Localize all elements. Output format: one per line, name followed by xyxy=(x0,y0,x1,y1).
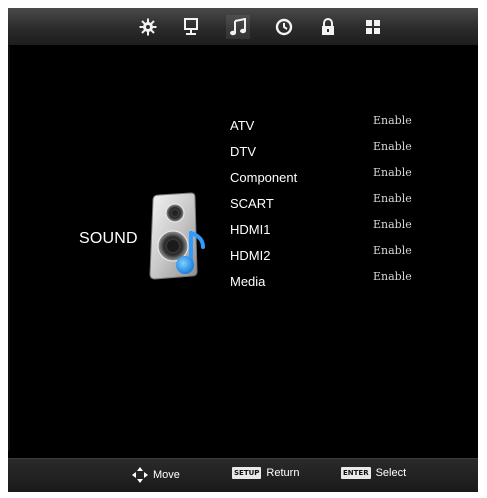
menu-item-label: HDMI1 xyxy=(230,222,271,237)
menu-item-label: Media xyxy=(230,274,266,289)
dpad-arrows-icon xyxy=(132,467,148,483)
menu-item-label: SCART xyxy=(230,196,274,211)
gear-icon xyxy=(139,18,157,36)
menu-item-value: Enable xyxy=(373,192,412,205)
music-note-icon xyxy=(230,18,246,36)
menu-item-value: Enable xyxy=(373,244,412,257)
menu-item-value: Enable xyxy=(373,218,412,231)
select-hint: ENTER Select xyxy=(341,467,406,479)
menu-item-value: Enable xyxy=(373,114,412,127)
menu-item-component[interactable]: Component Enable xyxy=(230,166,430,190)
menu-item-media[interactable]: Media Enable xyxy=(230,270,430,294)
select-label: Select xyxy=(375,467,407,479)
menu-item-label: ATV xyxy=(230,118,255,133)
menu-item-hdmi1[interactable]: HDMI1 Enable xyxy=(230,218,430,242)
footer-hint-bar: Move SETUP Return ENTER Select xyxy=(8,458,478,492)
section-title: SOUND xyxy=(79,230,138,247)
return-label: Return xyxy=(266,467,300,479)
menu-item-value: Enable xyxy=(373,270,412,283)
clock-icon xyxy=(275,18,293,36)
tab-time[interactable] xyxy=(272,15,296,39)
return-hint: SETUP Return xyxy=(232,467,299,479)
tab-picture[interactable] xyxy=(136,15,160,39)
menu-item-hdmi2[interactable]: HDMI2 Enable xyxy=(230,244,430,268)
menu-item-value: Enable xyxy=(373,166,412,179)
menu-item-value: Enable xyxy=(373,140,412,153)
move-hint: Move xyxy=(132,467,180,483)
tab-screen[interactable] xyxy=(179,15,203,39)
left-edge-divider xyxy=(8,45,10,451)
menu-item-atv[interactable]: ATV Enable xyxy=(230,114,430,138)
tab-lock[interactable] xyxy=(316,15,340,39)
tab-setup[interactable] xyxy=(361,15,385,39)
menu-item-label: Component xyxy=(230,170,298,185)
speaker-icon xyxy=(149,192,205,280)
grid-icon xyxy=(366,20,380,34)
tv-menu-screen: SOUND ATV Enable DTV Enable Component En… xyxy=(8,8,478,492)
tab-sound[interactable] xyxy=(226,15,250,39)
menu-item-label: HDMI2 xyxy=(230,248,271,263)
move-label: Move xyxy=(153,469,180,481)
menu-item-label: DTV xyxy=(230,144,256,159)
menu-tab-bar xyxy=(8,8,478,45)
enter-key-badge: ENTER xyxy=(341,467,371,479)
menu-item-dtv[interactable]: DTV Enable xyxy=(230,140,430,164)
monitor-icon xyxy=(184,18,198,35)
lock-icon xyxy=(322,18,334,35)
setup-key-badge: SETUP xyxy=(232,467,262,479)
menu-item-scart[interactable]: SCART Enable xyxy=(230,192,430,216)
